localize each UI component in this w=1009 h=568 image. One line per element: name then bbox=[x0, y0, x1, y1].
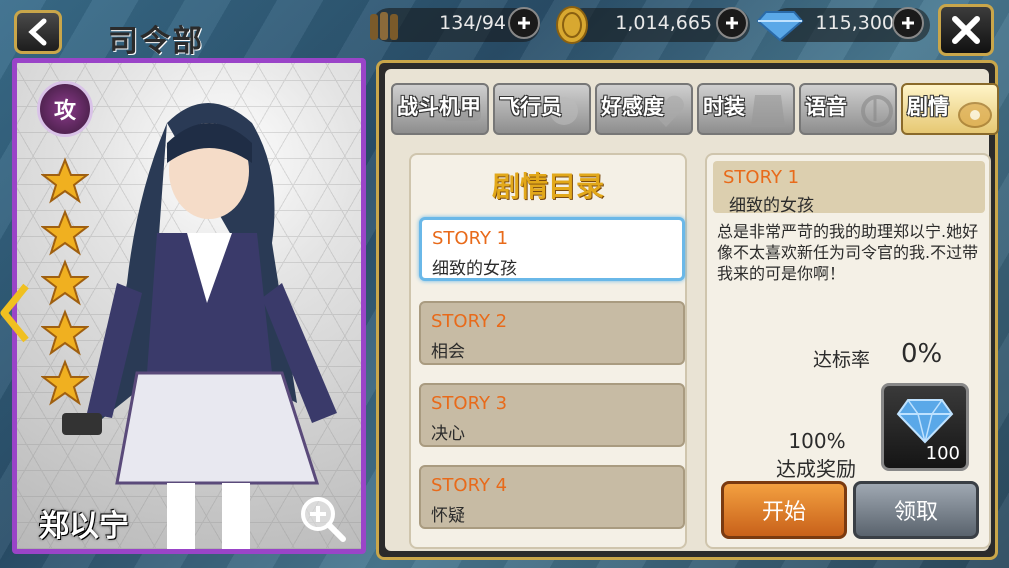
tab-label: 飞行员 bbox=[499, 95, 562, 119]
star-icon bbox=[41, 209, 89, 256]
completion-rate-value: 0% bbox=[901, 339, 943, 369]
back-button[interactable] bbox=[14, 10, 62, 54]
tab-label: 剧情 bbox=[907, 95, 949, 119]
story-description: 总是非常严苛的我的助理郑以宁.她好像不太喜欢新任为司令官的我.不过带我来的可是你… bbox=[717, 222, 979, 283]
gold-value: 1,014,665 bbox=[615, 12, 712, 34]
story-detail-number: STORY 1 bbox=[723, 167, 800, 188]
story-name: 决心 bbox=[431, 424, 465, 444]
story-list-title: 剧情目录 bbox=[491, 170, 604, 203]
tab-pilot[interactable]: 飞行员 bbox=[493, 83, 591, 135]
tab-mecha[interactable]: 战斗机甲 bbox=[391, 83, 489, 135]
story-detail-name: 细致的女孩 bbox=[729, 196, 814, 216]
ammo-icon bbox=[370, 12, 398, 40]
tab-voice[interactable]: 语音 bbox=[799, 83, 897, 135]
diamond-icon bbox=[756, 11, 804, 42]
story-number: STORY 4 bbox=[431, 475, 508, 496]
character-name: 郑以宁 bbox=[39, 509, 129, 544]
start-button[interactable]: 开始 bbox=[721, 481, 847, 539]
plus-icon bbox=[726, 17, 738, 29]
story-detail-header: STORY 1 细致的女孩 bbox=[713, 161, 985, 216]
page-title: 司令部 bbox=[108, 24, 204, 59]
claim-button[interactable]: 领取 bbox=[853, 481, 979, 539]
ammo-value: 134/94 bbox=[439, 12, 506, 34]
story-item[interactable]: STORY 2 相会 bbox=[419, 301, 685, 365]
tab-label: 战斗机甲 bbox=[397, 95, 481, 119]
story-detail: STORY 1 细致的女孩 总是非常严苛的我的助理郑以宁.她好像不太喜欢新任为司… bbox=[705, 153, 991, 549]
role-badge: 攻 bbox=[37, 81, 93, 137]
character-portrait bbox=[62, 103, 337, 549]
story-item[interactable]: STORY 3 决心 bbox=[419, 383, 685, 447]
story-list: 剧情目录 STORY 1 细致的女孩 STORY 2 相会 STORY 3 决心… bbox=[409, 153, 687, 549]
gold-coin-icon bbox=[556, 6, 588, 44]
close-icon bbox=[952, 16, 980, 44]
story-number: STORY 3 bbox=[431, 393, 508, 414]
previous-character-arrow[interactable] bbox=[0, 282, 30, 344]
story-book-icon bbox=[958, 102, 992, 128]
story-item[interactable]: STORY 1 细致的女孩 bbox=[419, 217, 685, 281]
completion-rate-label: 达标率 bbox=[813, 349, 871, 371]
tab-costume[interactable]: 时装 bbox=[697, 83, 795, 135]
costume-icon bbox=[751, 95, 785, 127]
tab-label: 时装 bbox=[703, 95, 745, 119]
tab-story[interactable]: 剧情 bbox=[901, 83, 999, 135]
reward-percent: 100% bbox=[788, 429, 846, 453]
story-name: 怀疑 bbox=[431, 506, 465, 526]
add-gold-button[interactable] bbox=[716, 7, 748, 39]
story-name: 相会 bbox=[431, 342, 465, 362]
diamond-icon bbox=[896, 399, 954, 444]
panel-inner: 战斗机甲 飞行员 好感度 时装 语音 剧情 剧情目录 STORY 1 细致的女孩… bbox=[385, 69, 999, 551]
character-card: 攻 郑以宁 bbox=[12, 58, 366, 554]
tab-label: 语音 bbox=[805, 95, 847, 119]
diamond-value: 115,300 bbox=[815, 12, 894, 34]
tab-bar: 战斗机甲 飞行员 好感度 时装 语音 剧情 bbox=[391, 83, 999, 139]
story-number: STORY 2 bbox=[431, 311, 508, 332]
zoom-icon[interactable] bbox=[297, 493, 349, 545]
top-bar: 司令部 134/94 1,014,665 115,300 bbox=[0, 0, 1009, 59]
close-button[interactable] bbox=[938, 4, 994, 56]
star-icon bbox=[41, 259, 89, 306]
add-diamond-button[interactable] bbox=[892, 7, 924, 39]
reward-count: 100 bbox=[925, 443, 960, 464]
music-note-icon bbox=[861, 95, 893, 127]
plus-icon bbox=[518, 17, 530, 29]
tab-label: 好感度 bbox=[601, 95, 664, 119]
story-panel: 战斗机甲 飞行员 好感度 时装 语音 剧情 剧情目录 STORY 1 细致的女孩… bbox=[376, 60, 999, 560]
chevron-left-icon bbox=[28, 18, 47, 46]
reward-label: 达成奖励 bbox=[776, 457, 856, 481]
add-ammo-button[interactable] bbox=[508, 7, 540, 39]
star-icon bbox=[41, 309, 89, 356]
plus-icon bbox=[902, 17, 914, 29]
story-name: 细致的女孩 bbox=[432, 259, 517, 279]
reward-item[interactable]: 100 bbox=[881, 383, 969, 471]
star-icon bbox=[41, 157, 89, 204]
story-number: STORY 1 bbox=[432, 228, 509, 249]
star-icon bbox=[41, 359, 89, 406]
story-item[interactable]: STORY 4 怀疑 bbox=[419, 465, 685, 529]
tab-affection[interactable]: 好感度 bbox=[595, 83, 693, 135]
